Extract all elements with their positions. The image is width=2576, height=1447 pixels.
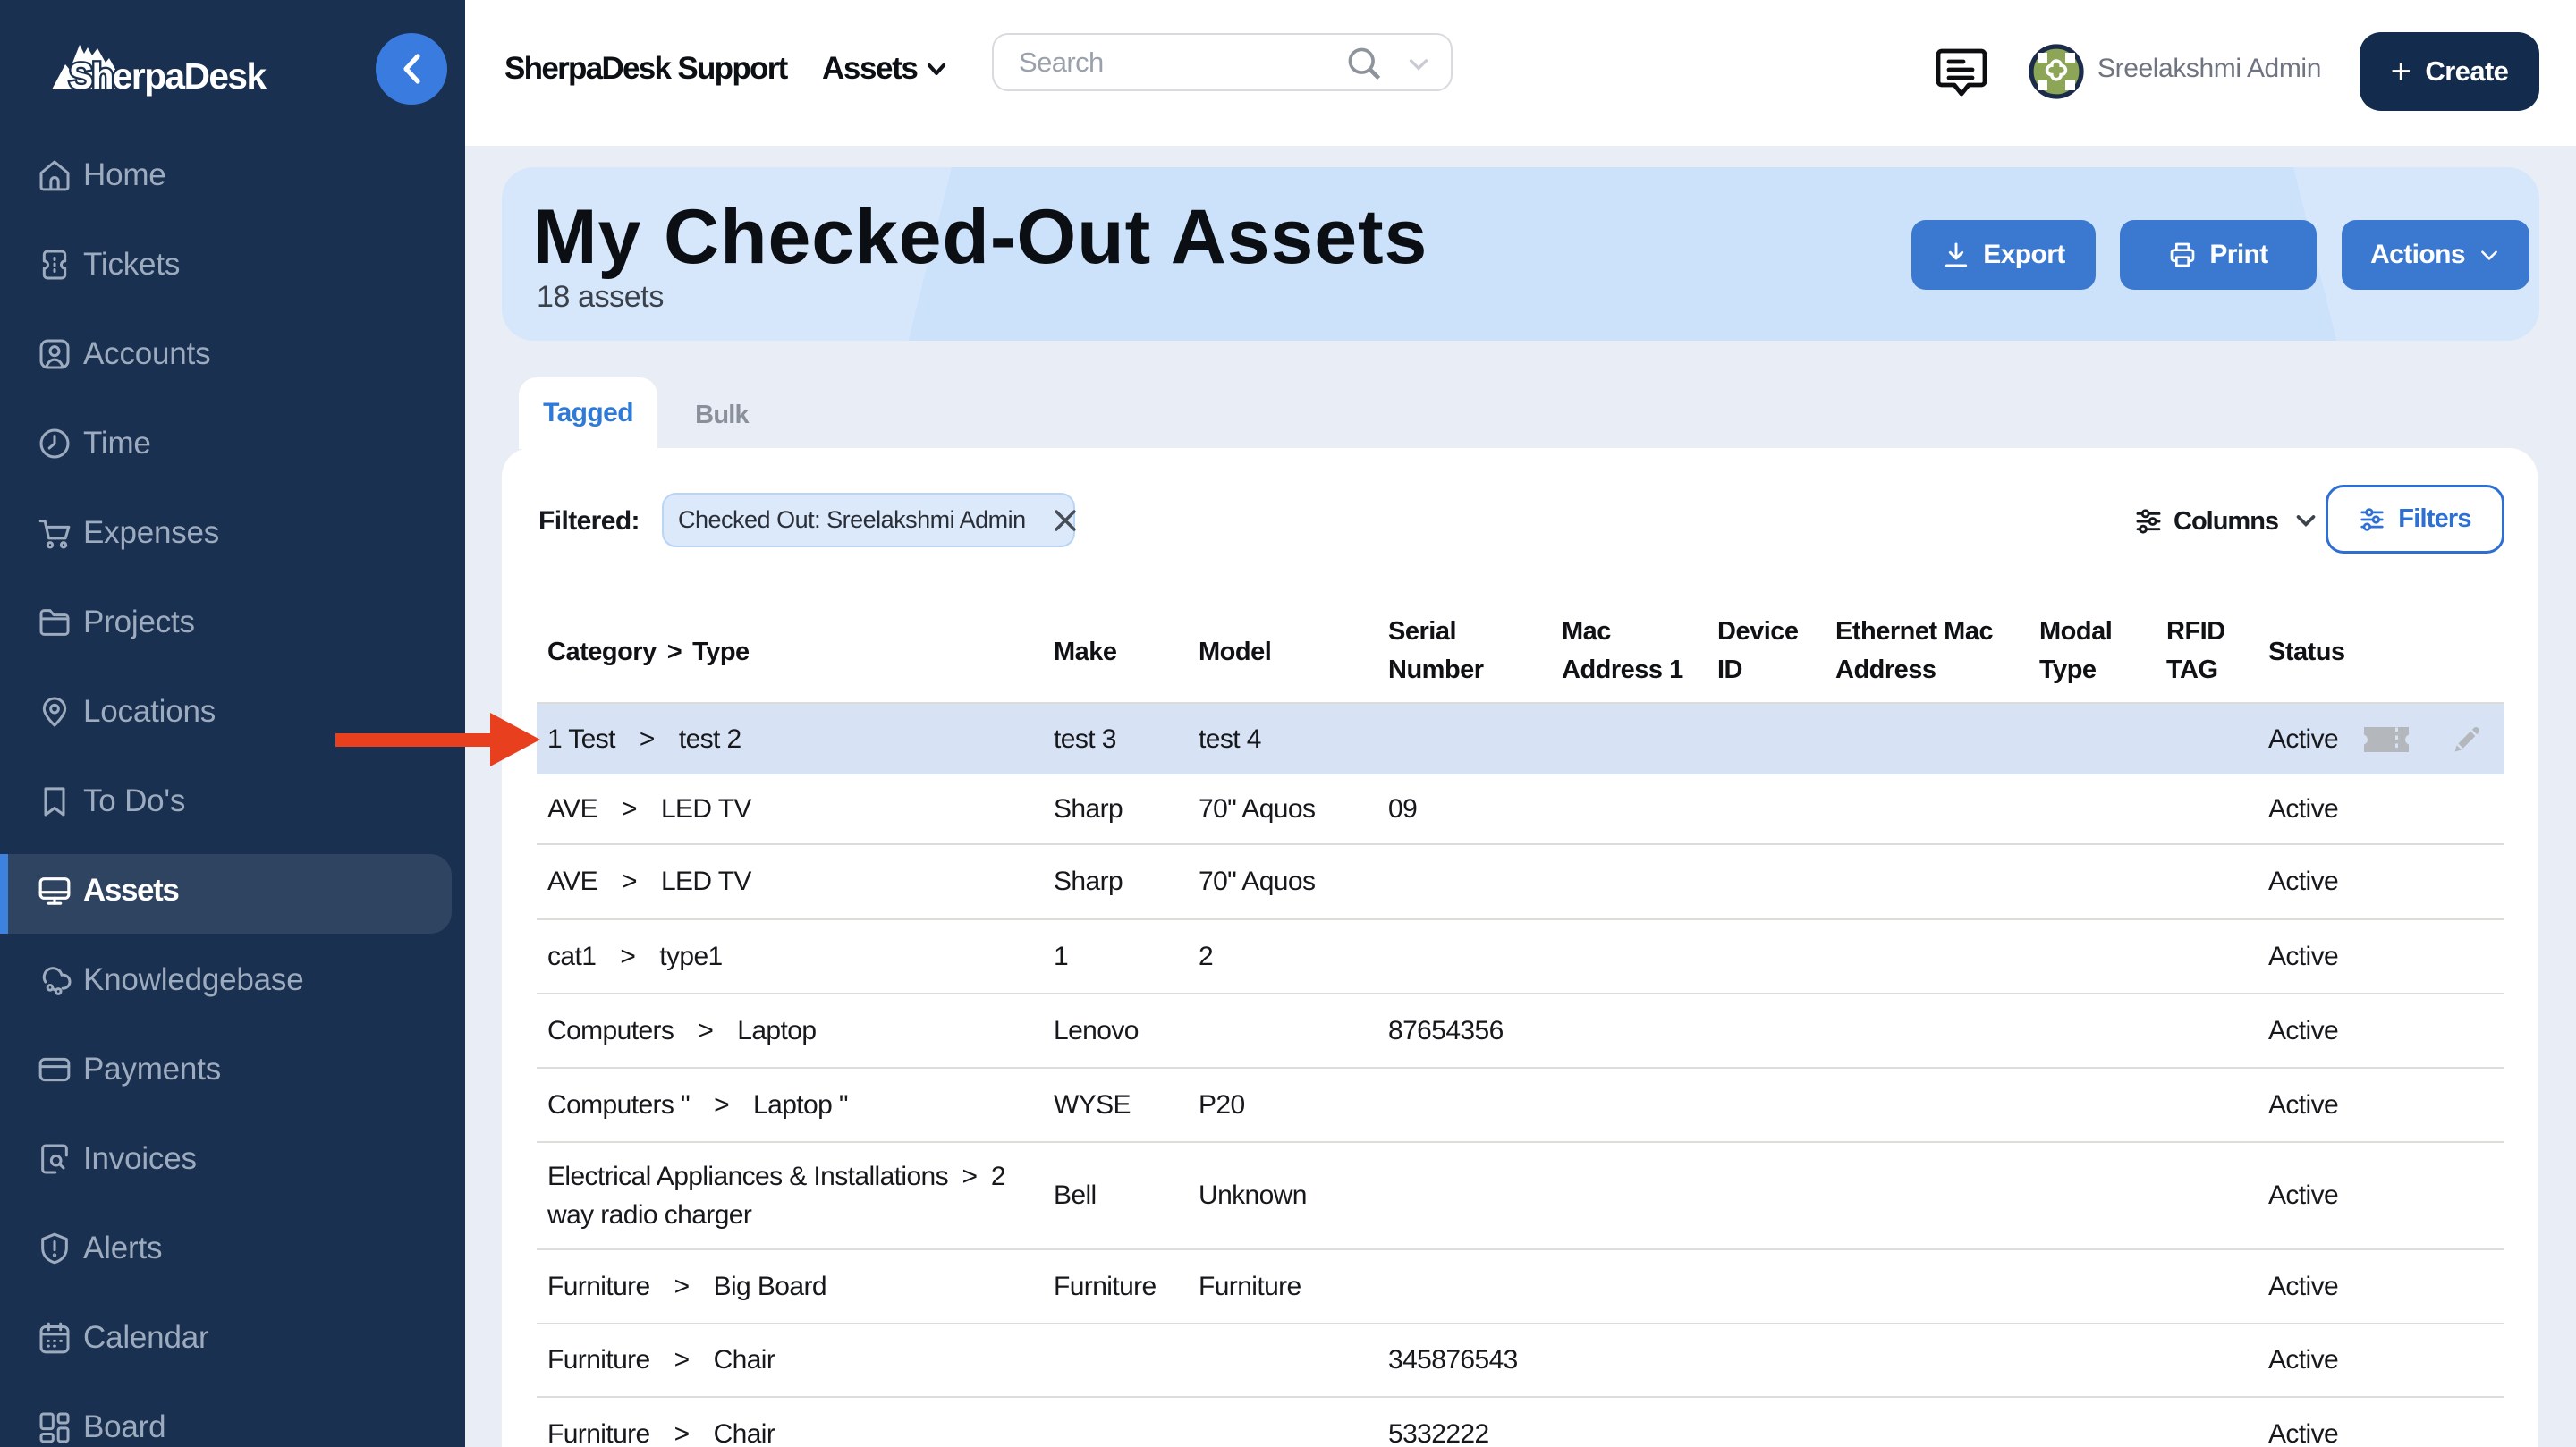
svg-text:SherpaDesk: SherpaDesk [69, 55, 267, 97]
